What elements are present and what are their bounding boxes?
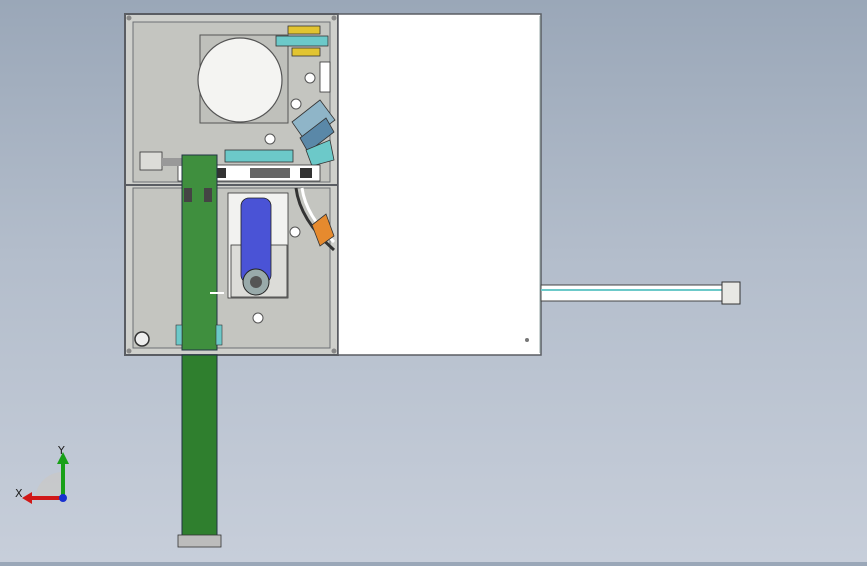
model-canvas[interactable]: Y X — [0, 0, 867, 562]
rotary-table[interactable] — [197, 34, 289, 124]
axis-triad: Y X — [15, 444, 69, 504]
side-panel[interactable] — [337, 13, 542, 356]
output-conveyor[interactable] — [540, 281, 741, 305]
cad-3d-viewport[interactable]: Y X — [0, 0, 867, 562]
servo-motor-unit[interactable] — [227, 192, 289, 299]
x-axis-label: X — [15, 487, 23, 500]
y-axis-label: Y — [57, 444, 65, 457]
corner-roller — [134, 331, 150, 347]
